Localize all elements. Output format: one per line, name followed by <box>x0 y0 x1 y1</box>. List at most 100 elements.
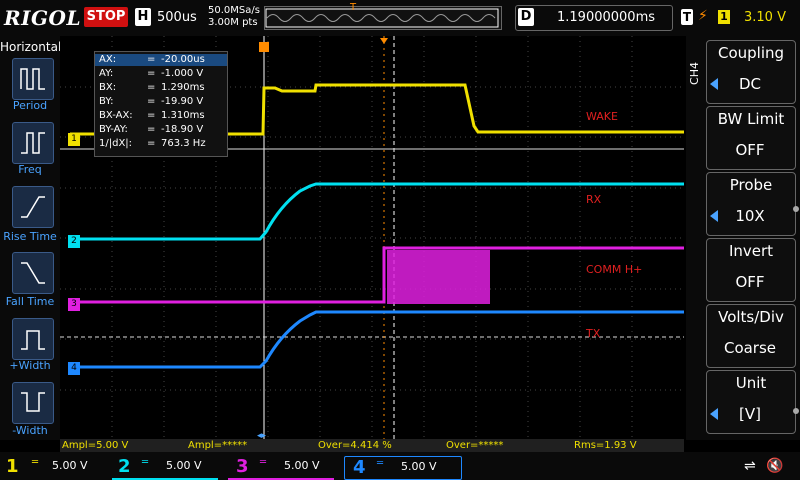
period-icon <box>20 68 45 90</box>
scroll-indicator-icon <box>793 206 799 212</box>
memory-depth: 3.00M pts <box>208 17 258 28</box>
scroll-indicator-icon <box>793 408 799 414</box>
trigger-label: T <box>681 9 693 25</box>
acquisition-info: 50.0MSa/s 3.00M pts <box>208 5 260 29</box>
cursor-row-dy: BY-AY: = -18.90 V <box>95 124 227 136</box>
invert-menu[interactable]: Invert OFF <box>706 238 796 302</box>
equals-sign: = <box>147 138 156 149</box>
rise-time-icon <box>21 196 45 218</box>
cursor-key: 1/|dX|: <box>99 138 133 149</box>
cursor-value: -18.90 V <box>161 124 204 135</box>
rise-time-label: Rise Time <box>3 230 57 243</box>
cursor-row-ay: AY: = -1.000 V <box>95 68 227 80</box>
menu-title: Probe <box>729 176 773 194</box>
menu-title: Volts/Div <box>718 308 784 326</box>
dc-coupling-icon: ═ <box>142 457 149 468</box>
ch2-tab[interactable]: 2 ═ 5.00 V <box>112 456 218 480</box>
cursor-key: BY-AY: <box>99 124 128 135</box>
cursor-value: -20.00us <box>161 54 205 65</box>
tx-label: TX <box>586 327 601 340</box>
menu-value: Coarse <box>723 339 777 357</box>
equals-sign: = <box>147 54 156 65</box>
ch1-scale: 5.00 V <box>52 459 88 472</box>
cursor-key: BX-AX: <box>99 110 133 121</box>
volts-div-menu[interactable]: Volts/Div Coarse <box>706 304 796 368</box>
ch3-marker[interactable]: 3 <box>68 298 80 311</box>
measurement-rms[interactable]: Rms=1.93 V <box>574 439 637 452</box>
rise-time-button[interactable] <box>12 186 54 228</box>
timebase-value[interactable]: 500us <box>157 10 197 25</box>
coupling-menu[interactable]: Coupling DC <box>706 40 796 104</box>
ch2-scale: 5.00 V <box>166 459 202 472</box>
cursor-row-bx: BX: = 1.290ms <box>95 82 227 94</box>
equals-sign: = <box>147 82 156 93</box>
equals-sign: = <box>147 124 156 135</box>
cursor-value: 1.290ms <box>161 82 205 93</box>
cursor-row-ax: AX: = -20.00us <box>95 54 227 66</box>
measurement-over-2[interactable]: Over=***** <box>446 439 503 452</box>
ch3-scale: 5.00 V <box>284 459 320 472</box>
menu-value: [V] <box>739 405 761 423</box>
probe-menu[interactable]: Probe 10X <box>706 172 796 236</box>
ch2-marker[interactable]: 2 <box>68 235 80 248</box>
sample-rate: 50.0MSa/s <box>208 5 260 16</box>
unit-menu[interactable]: Unit [V] <box>706 370 796 434</box>
memory-overview-strip[interactable] <box>264 6 502 30</box>
fall-time-label: Fall Time <box>5 295 55 308</box>
equals-sign: = <box>147 68 156 79</box>
channel-tag: CH4 <box>688 62 701 85</box>
delay-value: 1.19000000ms <box>557 10 656 25</box>
bw-limit-menu[interactable]: BW Limit OFF <box>706 106 796 170</box>
measurement-over-1[interactable]: Over=4.414 % <box>318 439 392 452</box>
dc-coupling-icon: ═ <box>377 458 384 469</box>
usb-icon: ⇌ <box>744 458 756 474</box>
ch4-tab[interactable]: 4 ═ 5.00 V <box>344 456 462 480</box>
comm-label: COMM H+ <box>586 263 643 276</box>
equals-sign: = <box>147 96 156 107</box>
speaker-mute-icon[interactable]: 🔇 <box>766 458 783 474</box>
cursor-row-dx: BX-AX: = 1.310ms <box>95 110 227 122</box>
period-label: Period <box>12 99 48 112</box>
trigger-source[interactable]: 1 <box>718 10 730 24</box>
measurement-ampl-2[interactable]: Ampl=***** <box>188 439 247 452</box>
brand-logo: RIGOL <box>4 6 82 30</box>
freq-label: Freq <box>18 163 42 176</box>
cursor-key: BX: <box>99 82 117 93</box>
pos-width-button[interactable] <box>12 318 54 360</box>
ch4-scale: 5.00 V <box>401 460 437 473</box>
panel-title: Horizontal <box>0 40 62 54</box>
ch1-tab[interactable]: 1 ═ 5.00 V <box>2 456 108 478</box>
menu-title: Unit <box>735 374 767 392</box>
dc-coupling-icon: ═ <box>32 457 39 468</box>
run-stop-status[interactable]: STOP <box>84 7 128 27</box>
rising-edge-icon: ⚡ <box>698 8 708 24</box>
cursor-readout-table: AX: = -20.00us AY: = -1.000 V BX: = 1.290ms BY… <box>94 51 228 157</box>
ch3-number: 3 <box>236 456 249 477</box>
menu-title: Coupling <box>717 44 785 62</box>
equals-sign: = <box>147 110 156 121</box>
freq-button[interactable] <box>12 122 54 164</box>
trigger-level[interactable]: 3.10 V <box>744 10 786 25</box>
cursor-value: 763.3 Hz <box>161 138 206 149</box>
ch2-number: 2 <box>118 456 131 477</box>
pos-width-icon <box>21 330 45 350</box>
delay-label: D <box>518 8 534 26</box>
menu-title: Invert <box>728 242 774 260</box>
ch1-marker[interactable]: 1 <box>68 133 80 146</box>
period-button[interactable] <box>12 58 54 100</box>
ch4-marker[interactable]: 4 <box>68 362 80 375</box>
trigger-position-marker-icon: T <box>350 2 357 13</box>
fall-time-button[interactable] <box>12 252 54 294</box>
measurement-ampl-1[interactable]: Ampl=5.00 V <box>62 439 128 452</box>
neg-width-button[interactable] <box>12 382 54 424</box>
menu-value: DC <box>738 75 762 93</box>
cursor-key: BY: <box>99 96 114 107</box>
cursor-value: -19.90 V <box>161 96 204 107</box>
ch3-tab[interactable]: 3 ═ 5.00 V <box>228 456 334 480</box>
pos-width-label: +Width <box>9 359 51 372</box>
trigger-point-icon <box>259 42 269 52</box>
cursor-row-by: BY: = -19.90 V <box>95 96 227 108</box>
menu-value: OFF <box>735 141 765 159</box>
memory-waveform-icon <box>265 7 501 29</box>
freq-icon <box>21 132 45 154</box>
